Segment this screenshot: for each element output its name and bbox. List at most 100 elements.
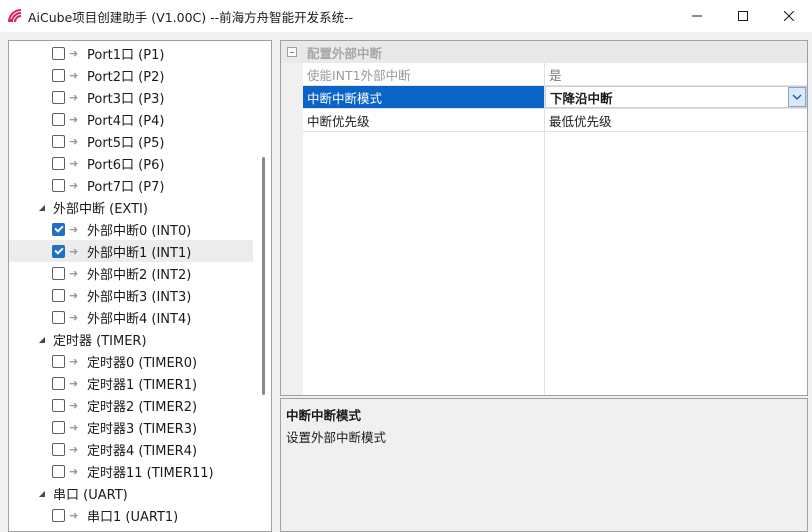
arrow-right-icon: ➜: [69, 508, 79, 522]
section-label: 配置外部中断: [307, 45, 383, 61]
tree-item[interactable]: ➜ 定时器2 (TIMER2): [9, 394, 253, 416]
tree-scrollbar[interactable]: [262, 157, 265, 395]
arrow-right-icon: ➜: [69, 222, 79, 236]
window-controls: [674, 0, 812, 32]
tree-group[interactable]: ◢ 定时器 (TIMER): [9, 328, 253, 350]
tree-item[interactable]: ➜ Port5口 (P5): [9, 130, 253, 152]
tree-item-checkbox[interactable]: [52, 156, 65, 170]
tree-item[interactable]: ➜ 串口1 (UART1): [9, 504, 253, 526]
property-value[interactable]: 最低优先级: [545, 109, 807, 131]
tree-item[interactable]: ➜ 外部中断4 (INT4): [9, 306, 253, 328]
tree-item[interactable]: ➜ 定时器0 (TIMER0): [9, 350, 253, 372]
expand-triangle-icon[interactable]: ◢: [37, 335, 47, 344]
tree-group[interactable]: ◢ 串口 (UART): [9, 482, 253, 504]
description-pane: 中断中断模式 设置外部中断模式: [280, 398, 808, 532]
tree-item-checkbox[interactable]: [52, 442, 65, 456]
tree-item[interactable]: ➜ Port4口 (P4): [9, 108, 253, 130]
collapse-icon[interactable]: [287, 47, 297, 57]
tree-item[interactable]: ➜ Port6口 (P6): [9, 152, 253, 174]
chevron-down-icon: [792, 94, 802, 100]
tree-item-label: Port4口 (P4): [87, 113, 165, 129]
arrow-right-icon: ➜: [69, 112, 79, 126]
tree-item[interactable]: ➜ Port2口 (P2): [9, 64, 253, 86]
property-value[interactable]: 是: [545, 63, 807, 85]
tree-item-checkbox[interactable]: [52, 376, 65, 390]
property-gutter: [281, 41, 303, 395]
dropdown-value: 下降沿中断: [550, 90, 613, 106]
tree-item[interactable]: ➜ 定时器11 (TIMER11): [9, 460, 253, 482]
description-title: 中断中断模式: [286, 408, 362, 423]
tree-item[interactable]: ➜ 定时器3 (TIMER3): [9, 416, 253, 438]
expand-triangle-icon[interactable]: ◢: [37, 489, 47, 498]
minimize-button[interactable]: [674, 0, 720, 32]
tree-item-checkbox[interactable]: [52, 112, 65, 126]
tree-item-checkbox[interactable]: [52, 508, 65, 522]
title-bar: AiCube项目创建助手 (V1.00C) --前海方舟智能开发系统--: [0, 0, 812, 32]
arrow-right-icon: ➜: [69, 310, 79, 324]
property-row-enable[interactable]: 使能INT1外部中断 是: [303, 63, 807, 86]
property-name: 中断中断模式: [303, 86, 544, 108]
tree-item[interactable]: ➜ Port3口 (P3): [9, 86, 253, 108]
property-name: 中断优先级: [307, 113, 370, 129]
arrow-right-icon: ➜: [69, 464, 79, 478]
tree-item-label: Port5口 (P5): [87, 135, 165, 151]
tree-item-label: Port3口 (P3): [87, 91, 165, 107]
tree-item-checkbox[interactable]: [52, 310, 65, 324]
tree-item-label: 定时器2 (TIMER2): [87, 399, 198, 415]
arrow-right-icon: ➜: [69, 46, 79, 60]
tree-group-label: 外部中断 (EXTI): [53, 201, 148, 217]
tree-item[interactable]: ➜ 定时器4 (TIMER4): [9, 438, 253, 460]
tree-item-checkbox[interactable]: [52, 244, 65, 258]
tree-item-label: 外部中断1 (INT1): [87, 245, 192, 261]
tree-item-checkbox[interactable]: [52, 354, 65, 368]
arrow-right-icon: ➜: [69, 266, 79, 280]
tree-item-checkbox[interactable]: [52, 420, 65, 434]
tree-item[interactable]: ➜ Port7口 (P7): [9, 174, 253, 196]
tree-item-checkbox[interactable]: [52, 222, 65, 236]
tree-item-label: 定时器3 (TIMER3): [87, 421, 198, 437]
property-row-priority[interactable]: 中断优先级 最低优先级: [303, 109, 807, 132]
tree-group-label: 定时器 (TIMER): [53, 333, 147, 349]
tree-item-label: 外部中断0 (INT0): [87, 223, 192, 239]
tree-item-label: 外部中断2 (INT2): [87, 267, 192, 283]
tree-item-checkbox[interactable]: [52, 266, 65, 280]
property-grid[interactable]: 配置外部中断 使能INT1外部中断 是 中断中断模式 下降沿中断 中断优先级 最…: [280, 40, 808, 396]
tree-item-checkbox[interactable]: [52, 178, 65, 192]
tree-item-label: 串口1 (UART1): [87, 509, 179, 525]
tree-group[interactable]: ◢ 外部中断 (EXTI): [9, 196, 253, 218]
arrow-right-icon: ➜: [69, 90, 79, 104]
property-row-mode[interactable]: 中断中断模式 下降沿中断: [303, 86, 807, 109]
tree-item[interactable]: ➜ 外部中断3 (INT3): [9, 284, 253, 306]
expand-triangle-icon[interactable]: ◢: [37, 203, 47, 212]
tree-item[interactable]: ➜ 外部中断0 (INT0): [9, 218, 253, 240]
tree-item[interactable]: ➜ Port1口 (P1): [9, 42, 253, 64]
tree-item-label: 定时器11 (TIMER11): [87, 465, 214, 481]
property-value-dropdown[interactable]: 下降沿中断: [545, 86, 807, 108]
close-icon: [784, 11, 794, 21]
tree-item-label: Port1口 (P1): [87, 47, 165, 63]
peripheral-tree[interactable]: ➜ Port1口 (P1) ➜ Port2口 (P2) ➜ Port3口 (P3) ➜ Por…: [8, 40, 272, 532]
close-button[interactable]: [766, 0, 812, 32]
tree-item-checkbox[interactable]: [52, 288, 65, 302]
tree-item-checkbox[interactable]: [52, 134, 65, 148]
tree-item[interactable]: ➜ 外部中断1 (INT1): [9, 240, 253, 262]
dropdown-button[interactable]: [788, 87, 806, 107]
arrow-right-icon: ➜: [69, 68, 79, 82]
tree-item-label: 定时器1 (TIMER1): [87, 377, 198, 393]
tree-item[interactable]: ➜ 外部中断2 (INT2): [9, 262, 253, 284]
maximize-button[interactable]: [720, 0, 766, 32]
arrow-right-icon: ➜: [69, 420, 79, 434]
property-section-header[interactable]: 配置外部中断: [281, 41, 807, 63]
tree-item[interactable]: ➜ 定时器1 (TIMER1): [9, 372, 253, 394]
arrow-right-icon: ➜: [69, 178, 79, 192]
tree-item-checkbox[interactable]: [52, 398, 65, 412]
tree-item-checkbox[interactable]: [52, 68, 65, 82]
tree-item-checkbox[interactable]: [52, 46, 65, 60]
tree-item-label: 外部中断3 (INT3): [87, 289, 192, 305]
arrow-right-icon: ➜: [69, 442, 79, 456]
arrow-right-icon: ➜: [69, 288, 79, 302]
arrow-right-icon: ➜: [69, 376, 79, 390]
tree-item-checkbox[interactable]: [52, 90, 65, 104]
tree-item-checkbox[interactable]: [52, 464, 65, 478]
arrow-right-icon: ➜: [69, 398, 79, 412]
